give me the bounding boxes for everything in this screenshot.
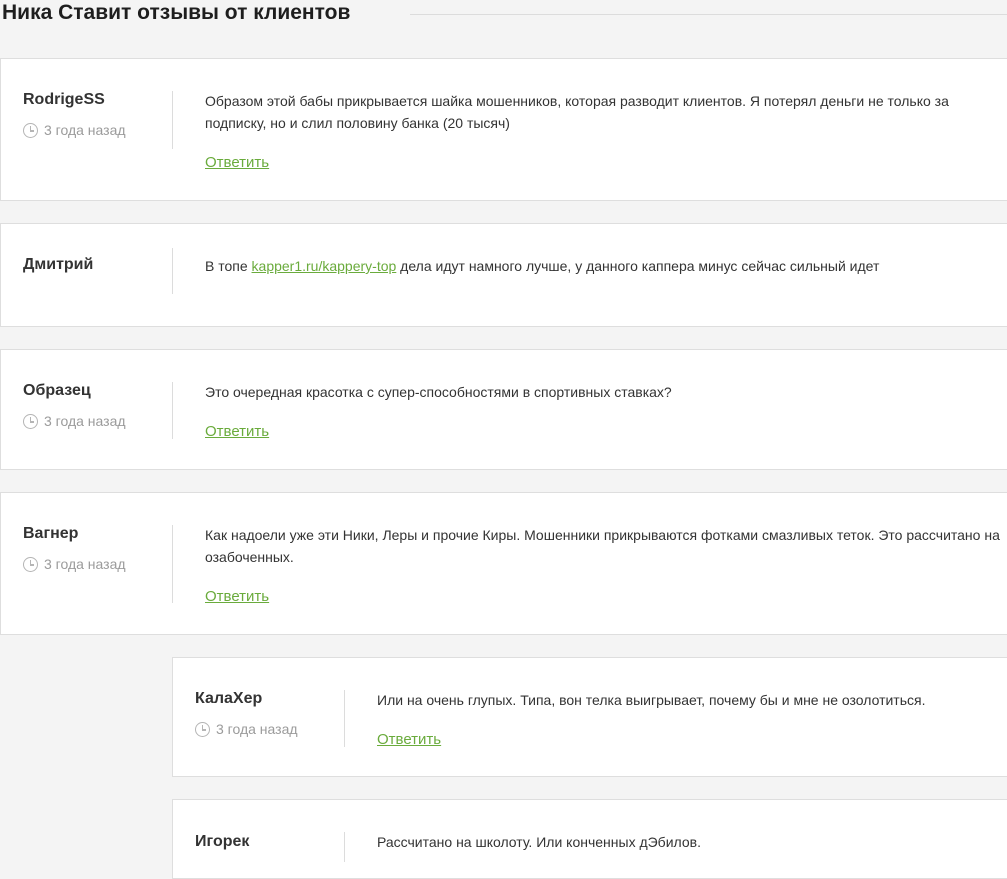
comment-divider bbox=[344, 690, 345, 747]
section-header: Ника Ставит отзывы от клиентов bbox=[0, 0, 1007, 30]
comment-author: Вагнер bbox=[23, 525, 79, 542]
comment-divider bbox=[172, 91, 173, 149]
comment-card: Вагнер 3 года назад Как надоели уже эти … bbox=[0, 492, 1007, 635]
clock-icon bbox=[23, 556, 38, 572]
comment-time: 3 года назад bbox=[23, 556, 126, 572]
comment-author: Образец bbox=[23, 382, 91, 399]
comment-divider bbox=[172, 525, 173, 603]
comment-author: RodrigeSS bbox=[23, 91, 105, 108]
comment-link[interactable]: kapper1.ru/kappery-top bbox=[252, 258, 397, 274]
comment-text-after: дела идут намного лучше, у данного каппе… bbox=[396, 258, 880, 274]
reply-button[interactable]: Ответить bbox=[205, 588, 269, 605]
reply-button[interactable]: Ответить bbox=[377, 731, 441, 748]
comment-text: Это очередная красотка с супер-способнос… bbox=[205, 384, 672, 400]
comment-text: Как надоели уже эти Ники, Леры и прочие … bbox=[205, 527, 1000, 565]
comment-author: КалаХер bbox=[195, 690, 263, 707]
comment-divider bbox=[172, 248, 173, 294]
reply-card: КалаХер 3 года назад Или на очень глупых… bbox=[172, 657, 1007, 777]
clock-icon bbox=[23, 122, 38, 138]
comment-text: Образом этой бабы прикрывается шайка мош… bbox=[205, 93, 949, 131]
comment-divider bbox=[344, 832, 345, 862]
comment-time: 3 года назад bbox=[23, 413, 126, 429]
clock-icon bbox=[23, 413, 38, 429]
comment-card: RodrigeSS 3 года назад Образом этой бабы… bbox=[0, 58, 1007, 201]
comment-text: Или на очень глупых. Типа, вон телка выи… bbox=[377, 692, 926, 708]
comment-text-before: В топе bbox=[205, 258, 252, 274]
comment-author: Дмитрий bbox=[23, 256, 94, 273]
clock-icon bbox=[195, 721, 210, 737]
reply-button[interactable]: Ответить bbox=[205, 154, 269, 171]
comment-time-label: 3 года назад bbox=[216, 721, 298, 737]
comment-card: Образец 3 года назад Это очередная красо… bbox=[0, 349, 1007, 470]
comment-time-label: 3 года назад bbox=[44, 413, 126, 429]
reply-card: Игорек Рассчитано на школоту. Или кончен… bbox=[172, 799, 1007, 879]
reply-button[interactable]: Ответить bbox=[205, 423, 269, 440]
comment-text: В топе kapper1.ru/kappery-top дела идут … bbox=[205, 255, 1005, 277]
comment-card: Дмитрий В топе kapper1.ru/kappery-top де… bbox=[0, 223, 1007, 327]
comment-divider bbox=[172, 382, 173, 439]
comment-text: Рассчитано на школоту. Или конченных дЭб… bbox=[377, 834, 701, 850]
comment-time: 3 года назад bbox=[23, 122, 126, 138]
comment-time: 3 года назад bbox=[195, 721, 298, 737]
comment-time-label: 3 года назад bbox=[44, 556, 126, 572]
header-divider bbox=[410, 14, 1007, 15]
comment-author: Игорек bbox=[195, 833, 250, 850]
section-title: Ника Ставит отзывы от клиентов bbox=[2, 1, 351, 24]
comment-time-label: 3 года назад bbox=[44, 122, 126, 138]
